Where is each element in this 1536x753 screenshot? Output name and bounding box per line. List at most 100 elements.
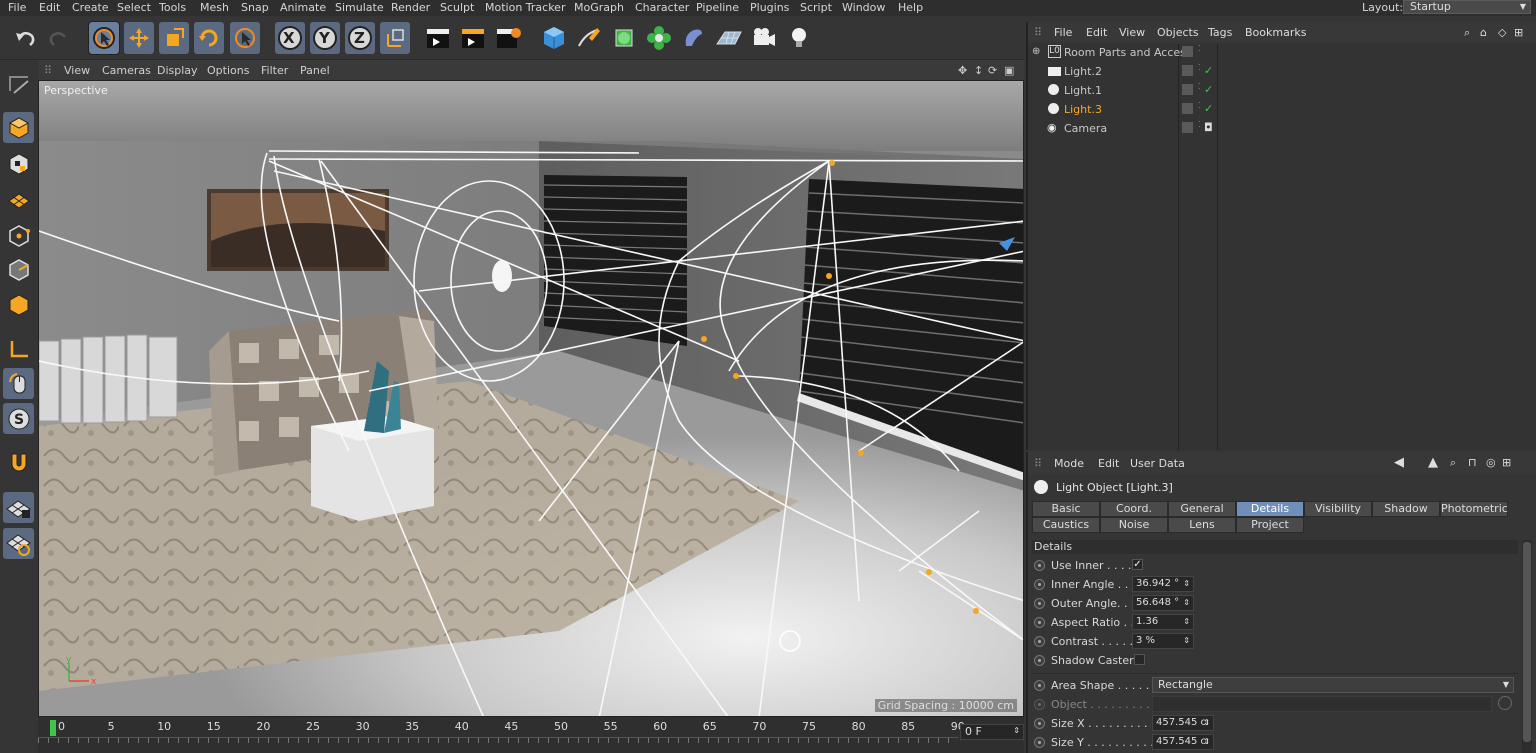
- om-menu-tags[interactable]: Tags: [1208, 26, 1232, 39]
- animation-radio-icon[interactable]: [1034, 579, 1045, 590]
- area-shape-dropdown[interactable]: Rectangle ▼: [1152, 677, 1514, 693]
- z-axis-button[interactable]: Z: [345, 22, 375, 54]
- tab-visibility[interactable]: Visibility: [1304, 501, 1372, 517]
- aspect-ratio-field[interactable]: 1.36 ⇕: [1132, 614, 1194, 630]
- viewport-menu-display[interactable]: Display: [157, 64, 198, 77]
- object-link-field[interactable]: [1152, 696, 1492, 712]
- viewport-menu-panel[interactable]: Panel: [300, 64, 330, 77]
- menu-mograph[interactable]: MoGraph: [574, 1, 624, 14]
- cloner-button[interactable]: [644, 22, 674, 54]
- points-mode-button[interactable]: [3, 220, 34, 251]
- current-frame-field[interactable]: 0 F ⇕: [960, 724, 1024, 740]
- tab-photometric[interactable]: Photometric: [1440, 501, 1508, 517]
- visibility-dots-icon[interactable]: ⁚: [1198, 63, 1201, 72]
- menu-select[interactable]: Select: [117, 1, 151, 14]
- spinner-icon[interactable]: ⇕: [1203, 735, 1210, 749]
- tab-coord[interactable]: Coord.: [1100, 501, 1168, 517]
- om-menu-file[interactable]: File: [1054, 26, 1072, 39]
- live-selection-button[interactable]: [88, 21, 120, 55]
- object-row[interactable]: ◉ Camera ⁚ ◘: [1028, 120, 1536, 139]
- object-row[interactable]: Light.1 ⁚ ✓: [1028, 82, 1536, 101]
- 3d-viewport[interactable]: y x Perspective Grid Spacing : 10000 cm: [38, 80, 1024, 717]
- layout-dropdown[interactable]: Startup ▼: [1403, 0, 1531, 14]
- coordinate-system-button[interactable]: [380, 22, 410, 54]
- viewport-menu-filter[interactable]: Filter: [261, 64, 288, 77]
- menu-snap[interactable]: Snap: [241, 1, 269, 14]
- menu-help[interactable]: Help: [898, 1, 923, 14]
- menu-file[interactable]: File: [8, 1, 26, 14]
- camera-object-button[interactable]: [749, 22, 779, 54]
- animation-radio-icon[interactable]: [1034, 617, 1045, 628]
- om-menu-bookmarks[interactable]: Bookmarks: [1245, 26, 1306, 39]
- visibility-dots-icon[interactable]: ⁚: [1198, 120, 1201, 129]
- locked-workplane-button[interactable]: [3, 492, 34, 523]
- tab-lens[interactable]: Lens: [1168, 517, 1236, 533]
- shadow-caster-checkbox[interactable]: [1134, 654, 1145, 665]
- visibility-dots-icon[interactable]: ⁚: [1198, 44, 1201, 53]
- recent-tool-button[interactable]: [230, 22, 260, 54]
- tab-basic[interactable]: Basic: [1032, 501, 1100, 517]
- tab-general[interactable]: General: [1168, 501, 1236, 517]
- viewport-menu-cameras[interactable]: Cameras: [102, 64, 151, 77]
- am-menu-user-data[interactable]: User Data: [1130, 457, 1185, 470]
- size-y-field[interactable]: 457.545 cı ⇕: [1152, 734, 1214, 750]
- settings-icon[interactable]: ◎: [1486, 456, 1496, 469]
- pan-icon[interactable]: ✥: [958, 64, 967, 77]
- subdivision-surface-button[interactable]: [609, 22, 639, 54]
- cube-primitive-button[interactable]: [539, 22, 569, 54]
- use-inner-checkbox[interactable]: ✓: [1132, 559, 1143, 570]
- orbit-icon[interactable]: ⟳: [988, 64, 997, 77]
- planar-workplane-button[interactable]: [3, 528, 34, 559]
- object-row[interactable]: ⊕ L0 Room Parts and Acces ⁚: [1028, 44, 1536, 63]
- animation-radio-icon[interactable]: [1034, 737, 1045, 748]
- scrollbar-thumb[interactable]: [1523, 542, 1531, 742]
- spline-pen-button[interactable]: [574, 22, 604, 54]
- search-icon[interactable]: ⌕: [1450, 456, 1456, 470]
- move-tool-button[interactable]: [124, 22, 154, 54]
- link-picker-icon[interactable]: [1498, 696, 1512, 710]
- om-menu-edit[interactable]: Edit: [1086, 26, 1107, 39]
- animation-radio-icon[interactable]: [1034, 655, 1045, 666]
- object-row-selected[interactable]: Light.3 ⁚ ✓: [1028, 101, 1536, 120]
- viewport-menu-options[interactable]: Options: [207, 64, 249, 77]
- enabled-check-icon[interactable]: ✓: [1204, 83, 1213, 96]
- menu-script[interactable]: Script: [800, 1, 832, 14]
- animation-radio-icon[interactable]: [1034, 598, 1045, 609]
- search-icon[interactable]: ⌕: [1464, 26, 1470, 40]
- tab-details[interactable]: Details: [1236, 501, 1304, 517]
- new-panel-icon[interactable]: ⊞: [1502, 456, 1511, 469]
- layer-icon[interactable]: [1182, 84, 1193, 95]
- spinner-icon[interactable]: ⇕: [1183, 615, 1190, 629]
- snap-button[interactable]: [3, 447, 34, 478]
- x-axis-button[interactable]: X: [275, 22, 305, 54]
- tab-project[interactable]: Project: [1236, 517, 1304, 533]
- pin-icon[interactable]: ◇: [1498, 26, 1506, 39]
- animation-radio-icon[interactable]: [1034, 636, 1045, 647]
- target-tag-icon[interactable]: ◘: [1204, 121, 1213, 134]
- menu-pipeline[interactable]: Pipeline: [696, 1, 739, 14]
- render-settings-button[interactable]: [494, 22, 524, 54]
- menu-create[interactable]: Create: [72, 1, 109, 14]
- workplane-mode-button[interactable]: [3, 183, 34, 214]
- object-row[interactable]: Light.2 ⁚ ✓: [1028, 63, 1536, 82]
- am-menu-mode[interactable]: Mode: [1054, 457, 1084, 470]
- menu-tools[interactable]: Tools: [159, 1, 186, 14]
- model-mode-button[interactable]: [3, 112, 34, 143]
- menu-render[interactable]: Render: [391, 1, 430, 14]
- menu-window[interactable]: Window: [842, 1, 885, 14]
- polygons-mode-button[interactable]: [3, 289, 34, 320]
- expand-icon[interactable]: ⊞: [1514, 26, 1523, 39]
- om-menu-view[interactable]: View: [1119, 26, 1145, 39]
- up-arrow-icon[interactable]: ▲: [1428, 455, 1438, 470]
- menu-simulate[interactable]: Simulate: [335, 1, 384, 14]
- animation-radio-icon[interactable]: [1034, 680, 1045, 691]
- toggle-layout-icon[interactable]: ▣: [1004, 64, 1014, 77]
- menu-plugins[interactable]: Plugins: [750, 1, 789, 14]
- render-view-button[interactable]: [424, 22, 454, 54]
- lock-icon[interactable]: ⊓: [1468, 456, 1477, 469]
- size-x-field[interactable]: 457.545 cı ⇕: [1152, 715, 1214, 731]
- layer-icon[interactable]: [1182, 46, 1193, 57]
- enabled-check-icon[interactable]: ✓: [1204, 102, 1213, 115]
- spinner-icon[interactable]: ⇕: [1203, 716, 1210, 730]
- layer-icon[interactable]: [1182, 122, 1193, 133]
